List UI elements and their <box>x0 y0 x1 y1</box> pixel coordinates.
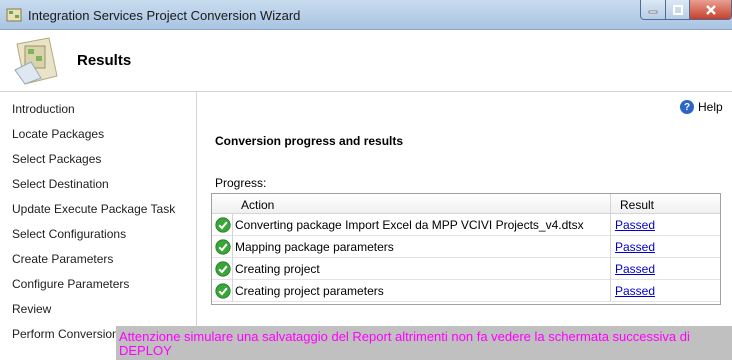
annotation-note: Attenzione simulare una salvataggio del … <box>116 326 732 360</box>
row-action: Creating project parameters <box>235 284 384 298</box>
sidebar-item-perform-conversion[interactable]: Perform Conversion <box>12 327 119 341</box>
sidebar-item-locate-packages[interactable]: Locate Packages <box>12 127 104 141</box>
sidebar-item-select-destination[interactable]: Select Destination <box>12 177 109 191</box>
window-title: Integration Services Project Conversion … <box>28 8 301 23</box>
app-icon <box>6 8 22 22</box>
sidebar-item-configure-parameters[interactable]: Configure Parameters <box>12 277 129 291</box>
success-check-icon <box>215 239 231 255</box>
page-title: Results <box>77 52 132 69</box>
table-row[interactable]: Creating project parameters Passed <box>212 280 720 302</box>
maximize-icon <box>672 4 683 15</box>
success-check-icon <box>215 283 231 299</box>
sidebar-item-select-configurations[interactable]: Select Configurations <box>12 227 126 241</box>
success-check-icon <box>215 261 231 277</box>
column-header-result[interactable]: Result <box>620 198 654 212</box>
maximize-button[interactable] <box>665 0 690 20</box>
title-bar: Integration Services Project Conversion … <box>0 0 732 30</box>
help-icon: ? <box>680 100 694 114</box>
row-action: Creating project <box>235 262 320 276</box>
sidebar-item-update-execute-package-task[interactable]: Update Execute Package Task <box>12 202 175 216</box>
close-button[interactable] <box>689 0 732 20</box>
results-grid[interactable]: Action Result Converting package Import … <box>211 193 721 305</box>
row-result-link[interactable]: Passed <box>615 262 655 276</box>
progress-label: Progress: <box>215 176 267 190</box>
section-title: Conversion progress and results <box>215 134 404 148</box>
row-result-link[interactable]: Passed <box>615 218 655 232</box>
help-label: Help <box>698 100 723 114</box>
sidebar-item-review[interactable]: Review <box>12 302 51 316</box>
sidebar-item-create-parameters[interactable]: Create Parameters <box>12 252 113 266</box>
page-header: Results <box>0 30 732 92</box>
help-link[interactable]: ? Help <box>680 100 723 114</box>
minimize-button[interactable] <box>640 0 666 20</box>
results-panel: ? Help Conversion progress and results P… <box>198 92 732 360</box>
column-header-action[interactable]: Action <box>241 198 274 212</box>
sidebar-item-introduction[interactable]: Introduction <box>12 102 75 116</box>
row-action: Mapping package parameters <box>235 240 394 254</box>
sidebar-item-select-packages[interactable]: Select Packages <box>12 152 101 166</box>
table-row[interactable]: Mapping package parameters Passed <box>212 236 720 258</box>
close-icon <box>705 4 716 15</box>
row-action: Converting package Import Excel da MPP V… <box>235 218 584 232</box>
table-row[interactable]: Creating project Passed <box>212 258 720 280</box>
grid-header: Action Result <box>212 194 720 214</box>
success-check-icon <box>215 217 231 233</box>
wizard-steps-sidebar: Introduction Locate Packages Select Pack… <box>0 92 197 360</box>
row-result-link[interactable]: Passed <box>615 284 655 298</box>
row-result-link[interactable]: Passed <box>615 240 655 254</box>
wizard-results-icon <box>14 37 58 85</box>
table-row[interactable]: Converting package Import Excel da MPP V… <box>212 214 720 236</box>
minimize-icon <box>648 10 658 13</box>
